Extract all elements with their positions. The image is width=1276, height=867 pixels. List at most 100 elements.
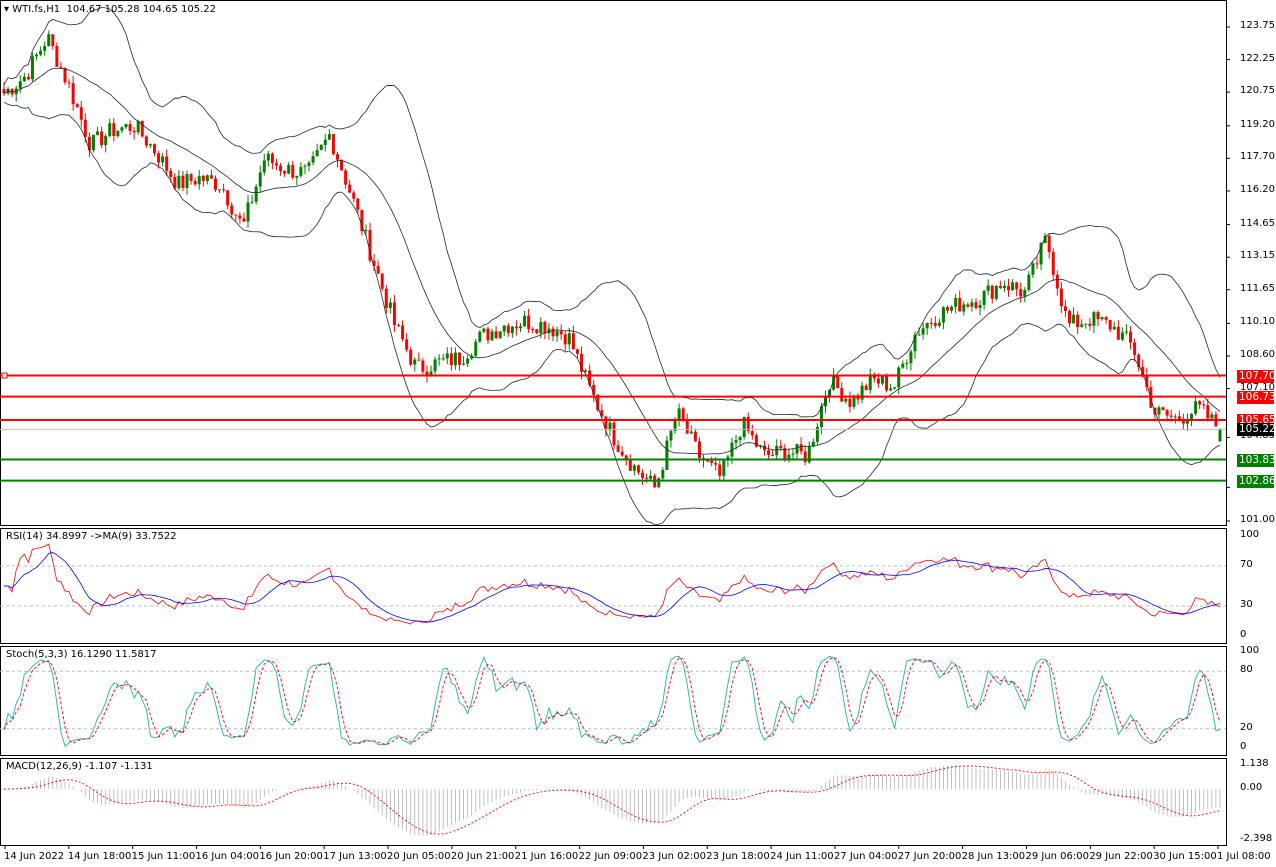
- candle-body: [559, 331, 563, 335]
- panel-frame: [0, 528, 1227, 644]
- candle-body: [933, 323, 937, 326]
- candle-body: [132, 130, 136, 133]
- candle-body: [152, 144, 156, 154]
- y-tick-label: 114.65: [1240, 217, 1275, 229]
- candle-body: [453, 352, 457, 366]
- symbol-label: WTI.fs,H1: [12, 4, 61, 15]
- candle-body: [335, 154, 339, 160]
- candle-body: [1129, 331, 1133, 343]
- candle-body: [250, 201, 254, 203]
- rsi-tick: 0: [1240, 629, 1247, 640]
- x-tick-label: 22 Jun 09:00: [578, 851, 643, 862]
- candle-body: [498, 331, 502, 338]
- candle-body: [75, 104, 79, 108]
- candle-body: [946, 307, 950, 311]
- candle-body: [990, 285, 994, 299]
- candle-body: [779, 445, 783, 449]
- candle-body: [571, 333, 575, 350]
- candle-body: [697, 441, 701, 459]
- candle-body: [689, 431, 693, 434]
- candle-body: [941, 307, 945, 323]
- candle-body: [83, 119, 87, 137]
- candle-body: [466, 358, 470, 364]
- candle-body: [437, 358, 441, 360]
- candle-body: [543, 321, 547, 334]
- candle-body: [331, 134, 335, 155]
- level-price-tag: 107.70: [1237, 369, 1276, 383]
- candle-body: [55, 46, 59, 67]
- macd-tick: -2.398: [1240, 833, 1273, 844]
- candle-body: [22, 76, 26, 82]
- candle-body: [632, 465, 636, 471]
- candle-body: [1133, 342, 1137, 355]
- candle-body: [1047, 235, 1051, 253]
- candle-body: [26, 76, 30, 80]
- candle-body: [376, 266, 380, 274]
- candle-body: [242, 218, 246, 222]
- candle-body: [1108, 319, 1112, 330]
- candle-body: [1120, 332, 1124, 340]
- candle-body: [201, 175, 205, 181]
- candle-body: [706, 460, 710, 462]
- candle-body: [1104, 317, 1108, 320]
- level-price-tag: 103.83: [1237, 453, 1276, 467]
- candle-body: [30, 56, 34, 80]
- candle-body: [1161, 407, 1165, 411]
- candle-body: [1015, 282, 1019, 290]
- candle-body: [307, 162, 311, 166]
- candle-body: [51, 34, 55, 47]
- candle-body: [795, 444, 799, 454]
- candle-body: [1011, 282, 1015, 291]
- candle-body: [441, 358, 445, 360]
- x-tick-label: 30 Jun 15:00: [1153, 851, 1217, 862]
- y-tick-label: 117.70: [1240, 151, 1275, 163]
- candle-body: [311, 156, 315, 163]
- candle-body: [319, 144, 323, 151]
- candle-body: [396, 325, 400, 327]
- panel-frame: [0, 758, 1227, 846]
- x-tick-label: 27 Jun 20:00: [897, 851, 962, 862]
- x-tick-label: 20 Jun 21:00: [450, 851, 515, 862]
- candle-body: [209, 175, 213, 179]
- candle-body: [1100, 317, 1104, 320]
- candle-body: [958, 297, 962, 312]
- x-tick-label: 28 Jun 13:00: [961, 851, 1026, 862]
- candle-body: [994, 285, 998, 299]
- candle-body: [18, 81, 22, 89]
- x-tick-label: 20 Jun 05:00: [387, 851, 451, 862]
- candle-body: [1059, 288, 1063, 307]
- candle-body: [295, 175, 299, 178]
- candle-body: [323, 139, 327, 145]
- main-chart-header: ▾ WTI.fs,H1 104.67 105.28 104.65 105.22: [4, 4, 216, 15]
- candle-body: [714, 463, 718, 465]
- candle-body: [262, 160, 266, 173]
- candle-body: [79, 107, 83, 120]
- x-tick-label: 21 Jun 16:00: [514, 851, 579, 862]
- candle-body: [462, 363, 466, 365]
- candle-body: [836, 375, 840, 389]
- chart-canvas[interactable]: [0, 0, 1276, 867]
- candle-body: [266, 153, 270, 161]
- candle-body: [327, 134, 331, 140]
- candle-body: [226, 190, 230, 206]
- candle-body: [840, 388, 844, 402]
- candle-body: [998, 285, 1002, 289]
- candle-body: [112, 123, 116, 136]
- candle-body: [35, 54, 39, 57]
- candle-body: [254, 186, 258, 202]
- x-tick-label: 16 Jun 20:00: [259, 851, 323, 862]
- candle-body: [344, 170, 348, 185]
- candle-body: [144, 136, 148, 146]
- candle-body: [649, 475, 653, 479]
- candle-body: [864, 385, 868, 391]
- candle-body: [303, 165, 307, 167]
- candle-body: [270, 153, 274, 164]
- candle-body: [750, 431, 754, 436]
- candle-body: [380, 273, 384, 289]
- candle-body: [291, 164, 295, 178]
- candle-body: [885, 376, 889, 391]
- candle-body: [1173, 416, 1177, 418]
- candle-body: [258, 172, 262, 187]
- x-tick-label: 15 Jun 11:00: [131, 851, 196, 862]
- candle-body: [628, 459, 632, 471]
